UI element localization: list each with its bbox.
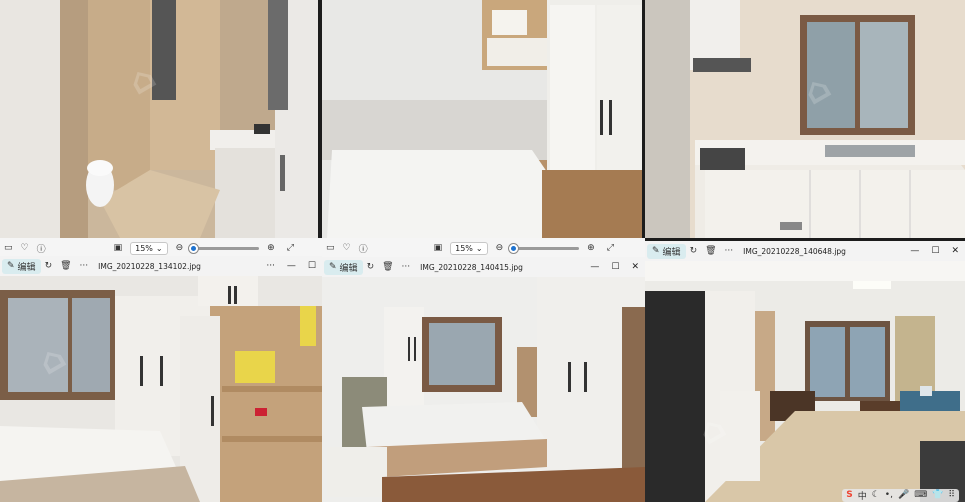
photo-bedroom-bottom [322,277,645,502]
more-options-icon[interactable]: ··· [266,261,275,271]
zoom-in-icon[interactable]: ⊕ [583,240,599,256]
chevron-down-icon: ⌄ [475,243,483,253]
window-filename: IMG_20210228_134102.jpg [98,261,201,271]
photo-bedroom-top [322,0,642,238]
heart-icon[interactable]: ♡ [339,240,355,256]
more-icon[interactable]: ··· [76,258,93,274]
zoom-select[interactable]: 15% ⌄ [450,241,488,255]
zoom-in-icon[interactable]: ⊕ [263,240,279,256]
rotate-icon[interactable]: ↻ [363,259,379,275]
window-2-titlebar: ✎ 编辑 ↻ 🗑 ··· IMG_20210228_140415.jpg — ☐ … [322,257,645,277]
chevron-down-icon: ⌄ [155,243,163,253]
maximize-icon[interactable]: ☐ [611,262,619,272]
maximize-icon[interactable]: ☐ [931,246,939,256]
slideshow-icon[interactable]: ▭ [322,240,339,256]
window-controls: — ☐ ✕ [590,262,639,272]
edit-button[interactable]: ✎ 编辑 [324,259,363,275]
minimize-icon[interactable]: — [590,262,599,272]
ime-mode-label[interactable]: 中 [858,489,867,502]
edit-button[interactable]: ✎ 编辑 [647,243,686,259]
photo-living-room [645,261,965,502]
zoom-value: 15% [455,243,473,253]
zoom-slider-knob[interactable] [509,243,519,253]
edit-icon: ✎ [7,261,15,271]
grid-icon[interactable]: ⠿ [948,490,955,500]
viewer-toolbar-top-middle: ▭ ♡ ⓘ ▣ 15% ⌄ ⊖ ⊕ ⤢ [322,238,645,258]
bedroom-wardrobe-image [0,276,322,502]
rotate-icon[interactable]: ↻ [686,243,702,259]
fit-window-icon[interactable]: ▣ [110,240,127,256]
window-1-titlebar: ✎ 编辑 ↻ 🗑 ··· IMG_20210228_134102.jpg ··· … [0,256,322,276]
photo-bathroom [0,0,318,238]
rotate-icon[interactable]: ↻ [41,258,57,274]
sogou-ime-icon[interactable]: S [846,490,852,500]
skin-icon[interactable]: 👕 [932,490,943,500]
window-controls: — ☐ ✕ [910,246,959,256]
ime-tray[interactable]: S 中 ☾ •, 🎤 ⌨ 👕 ⠿ [842,488,959,502]
bedroom-image [322,0,642,238]
edit-label: 编辑 [662,247,681,258]
close-icon[interactable]: ✕ [951,246,959,256]
maximize-icon[interactable]: ☐ [308,261,316,271]
zoom-slider[interactable] [189,243,260,253]
info-icon[interactable]: ⓘ [355,240,372,256]
window-3-titlebar: ✎ 编辑 ↻ 🗑 ··· IMG_20210228_140648.jpg — ☐ … [645,241,965,261]
expand-icon[interactable]: ⤢ [283,240,298,256]
moon-icon[interactable]: ☾ [872,490,880,500]
kitchen-image [645,0,965,238]
delete-icon[interactable]: 🗑 [56,258,75,274]
delete-icon[interactable]: 🗑 [378,259,397,275]
zoom-out-icon[interactable]: ⊖ [172,240,188,256]
viewer-toolbar-top-left: ▭ ♡ ⓘ ▣ 15% ⌄ ⊖ ⊕ ⤢ [0,238,322,258]
expand-icon[interactable]: ⤢ [603,240,618,256]
zoom-out-icon[interactable]: ⊖ [492,240,508,256]
close-icon[interactable]: ✕ [631,262,639,272]
edit-label: 编辑 [17,262,36,273]
fit-window-icon[interactable]: ▣ [430,240,447,256]
window-controls: ··· — ☐ [266,261,316,271]
keyboard-icon[interactable]: ⌨ [914,490,927,500]
minimize-icon[interactable]: — [910,246,919,256]
zoom-slider[interactable] [509,243,580,253]
delete-icon[interactable]: 🗑 [701,243,720,259]
photo-kitchen [645,0,965,238]
more-icon[interactable]: ··· [398,259,415,275]
living-room-image [645,261,965,502]
bathroom-image [0,0,318,238]
info-icon[interactable]: ⓘ [33,240,50,256]
slideshow-icon[interactable]: ▭ [0,240,17,256]
desktop: ▭ ♡ ⓘ ▣ 15% ⌄ ⊖ ⊕ ⤢ ▭ ♡ ⓘ ▣ 15% ⌄ ⊖ ⊕ ⤢ ✎ 编… [0,0,965,502]
edit-icon: ✎ [652,246,660,256]
edit-button[interactable]: ✎ 编辑 [2,258,41,274]
zoom-select[interactable]: 15% ⌄ [130,241,168,255]
microphone-icon[interactable]: 🎤 [898,490,909,500]
system-tray: S 中 ☾ •, 🎤 ⌨ 👕 ⠿ [0,488,965,502]
photo-bedroom-wardrobe [0,276,322,502]
minimize-icon[interactable]: — [287,261,296,271]
bedroom-bottom-image [322,277,645,502]
edit-icon: ✎ [329,262,337,272]
heart-icon[interactable]: ♡ [17,240,33,256]
window-filename: IMG_20210228_140415.jpg [420,262,523,272]
zoom-controls: ▣ 15% ⌄ ⊖ ⊕ ⤢ [430,240,618,256]
zoom-slider-knob[interactable] [189,243,199,253]
zoom-value: 15% [135,243,153,253]
zoom-controls: ▣ 15% ⌄ ⊖ ⊕ ⤢ [110,240,298,256]
window-filename: IMG_20210228_140648.jpg [743,246,846,256]
more-icon[interactable]: ··· [721,243,738,259]
edit-label: 编辑 [339,263,358,274]
punctuation-icon[interactable]: •, [885,490,893,500]
